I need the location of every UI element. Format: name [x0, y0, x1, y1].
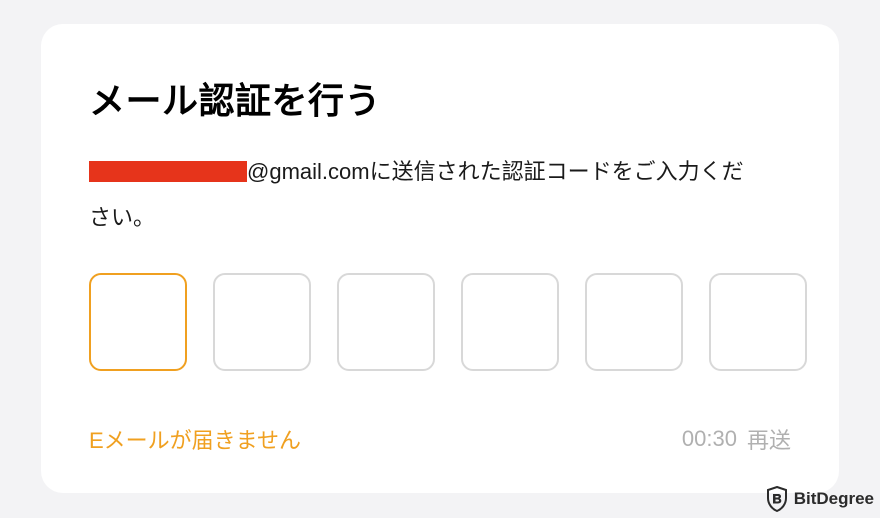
watermark-label: BitDegree — [794, 489, 874, 509]
code-digit-3[interactable] — [337, 273, 435, 371]
code-digit-4[interactable] — [461, 273, 559, 371]
code-digit-2[interactable] — [213, 273, 311, 371]
bitdegree-shield-icon — [766, 486, 788, 512]
resend-button[interactable]: 再送 — [747, 423, 791, 455]
code-digit-6[interactable] — [709, 273, 807, 371]
code-digit-5[interactable] — [585, 273, 683, 371]
redacted-email-local — [89, 161, 247, 182]
email-domain: @gmail.com — [247, 152, 370, 192]
instruction-part1: に送信された認証コードをご入力くだ — [370, 152, 744, 192]
page-title: メール認証を行う — [89, 72, 791, 124]
footer-row: Eメールが届きません 00:30 再送 — [89, 423, 791, 455]
verification-card: メール認証を行う @gmail.com に送信された認証コードをご入力くだ さい… — [41, 24, 839, 493]
watermark: BitDegree — [766, 486, 874, 512]
instruction-part2: さい。 — [89, 198, 791, 238]
code-digit-1[interactable] — [89, 273, 187, 371]
email-not-received-link[interactable]: Eメールが届きません — [89, 423, 301, 455]
code-input-row — [89, 273, 791, 371]
countdown-timer: 00:30 — [682, 426, 737, 452]
resend-group: 00:30 再送 — [682, 423, 791, 455]
instruction-text: @gmail.com に送信された認証コードをご入力くだ さい。 — [89, 152, 791, 237]
